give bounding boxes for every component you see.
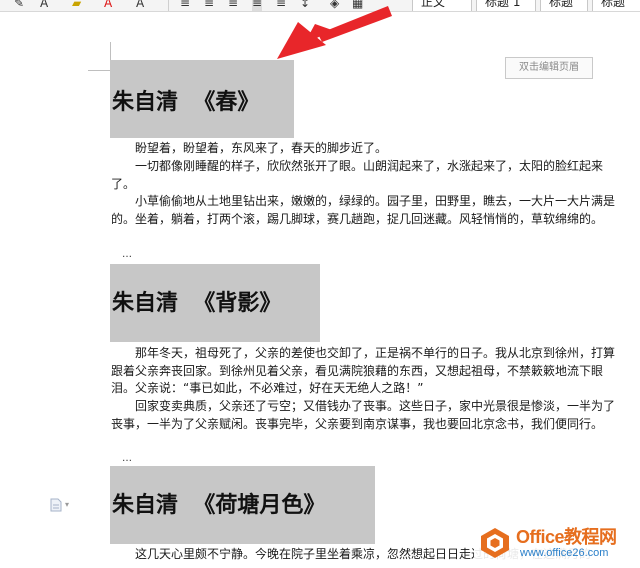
paragraph[interactable]: 回家变卖典质，父亲还了亏空；又借钱办了丧事。这些日子，家中光景很是惨淡，一半为了…: [111, 398, 621, 433]
paragraph[interactable]: 一切都像刚睡醒的样子，欣欣然张开了眼。山朗润起来了，水涨起来了，太阳的脸红起来了…: [111, 158, 621, 193]
font-color-icon[interactable]: A: [104, 0, 112, 11]
font-effect-icon[interactable]: A: [40, 0, 48, 11]
logo-url: www.office26.com: [520, 547, 609, 559]
edit-header-tag[interactable]: 双击编辑页眉: [505, 57, 593, 79]
office-logo-icon: [481, 528, 509, 558]
page-icon[interactable]: [50, 498, 62, 512]
paragraph[interactable]: 小草偷偷地从土地里钻出来，嫩嫩的，绿绿的。园子里，田野里，瞧去，一大片一大片满是…: [111, 193, 621, 228]
toolbar-separator: [168, 0, 169, 11]
paragraph[interactable]: 那年冬天，祖母死了，父亲的差使也交卸了，正是祸不单行的日子。我从北京到徐州，打算…: [111, 345, 621, 398]
logo-text: Office教程网: [516, 527, 617, 547]
align-right-icon[interactable]: ≡: [228, 0, 238, 11]
line-spacing-icon[interactable]: ↕: [300, 0, 310, 11]
style-heading-2[interactable]: 标题 2: [540, 0, 588, 11]
style-normal[interactable]: 正文: [412, 0, 472, 11]
shading-icon[interactable]: ◈: [330, 0, 339, 11]
highlight-icon[interactable]: ▰: [72, 0, 81, 11]
distribute-icon[interactable]: ≡: [276, 0, 286, 11]
char-shading-icon[interactable]: A: [136, 0, 144, 11]
justify-icon[interactable]: ≡: [252, 0, 263, 11]
page-corner-mark: [88, 70, 110, 71]
paragraph[interactable]: 盼望着，盼望着，东风来了，春天的脚步近了。: [111, 140, 621, 158]
site-logo: Office教程网 www.office26.com: [474, 520, 640, 568]
ellipsis: …: [122, 453, 132, 464]
style-heading-1[interactable]: 标题 1: [476, 0, 536, 11]
ribbon-toolbar: ✎ A ▰ A A ≡ ≡ ≡ ≡ ≡ ↕ ◈ ▦ 正文 标题 1 标题 2 标…: [0, 0, 640, 12]
heading-spring[interactable]: 朱自清 《春》: [110, 60, 294, 138]
border-icon[interactable]: ▦: [352, 0, 363, 11]
ellipsis: …: [122, 249, 132, 260]
chevron-down-icon[interactable]: ▾: [65, 500, 69, 509]
style-heading-3[interactable]: 标题 3: [592, 0, 640, 11]
align-left-icon[interactable]: ≡: [180, 0, 190, 11]
align-center-icon[interactable]: ≡: [204, 0, 214, 11]
heading-back-view[interactable]: 朱自清 《背影》: [110, 264, 320, 342]
brush-icon[interactable]: ✎: [14, 0, 24, 11]
heading-lotus-moonlight[interactable]: 朱自清 《荷塘月色》: [110, 466, 375, 544]
